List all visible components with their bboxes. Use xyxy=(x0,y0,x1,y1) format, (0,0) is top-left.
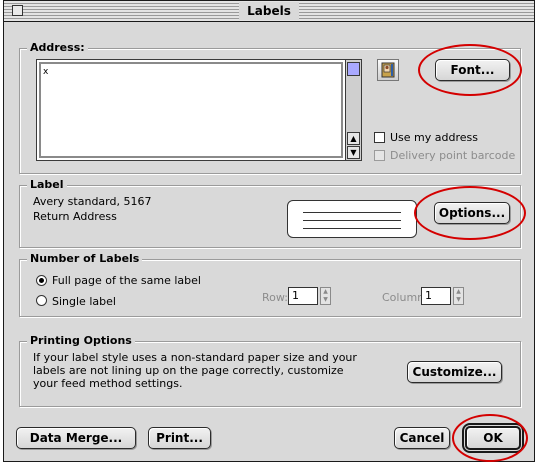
column-stepper[interactable]: ▲ ▼ xyxy=(453,287,464,305)
printing-options-text-line-3: your feed method settings. xyxy=(33,377,183,390)
address-scrollbar[interactable]: ▲ ▼ xyxy=(345,60,361,160)
column-stepper-up-icon[interactable]: ▲ xyxy=(454,288,463,296)
delivery-point-barcode-checkbox[interactable] xyxy=(374,150,385,161)
column-stepper-down-icon[interactable]: ▼ xyxy=(454,296,463,304)
preview-line-2 xyxy=(303,220,401,221)
address-text-area[interactable]: x xyxy=(39,62,343,158)
single-label-label: Single label xyxy=(52,295,116,308)
row-stepper[interactable]: ▲ ▼ xyxy=(320,287,331,305)
address-book-icon[interactable] xyxy=(377,59,399,81)
single-label-radio[interactable] xyxy=(36,295,47,306)
full-page-label: Full page of the same label xyxy=(52,274,201,287)
row-field[interactable]: 1 xyxy=(288,287,318,305)
row-stepper-down-icon[interactable]: ▼ xyxy=(321,296,330,304)
printing-options-text-line-1: If your label style uses a non-standard … xyxy=(33,351,357,364)
dialog-title: Labels xyxy=(239,2,299,20)
label-product-name: Avery standard, 5167 xyxy=(33,195,152,208)
label-product-type: Return Address xyxy=(33,210,117,223)
label-group-label: Label xyxy=(27,178,67,191)
customize-button[interactable]: Customize... xyxy=(407,361,502,383)
address-group-label: Address: xyxy=(27,41,88,54)
cancel-button[interactable]: Cancel xyxy=(394,427,450,449)
scroll-thumb[interactable] xyxy=(347,62,360,76)
print-button[interactable]: Print... xyxy=(148,427,211,449)
full-page-radio[interactable] xyxy=(36,275,47,286)
delivery-point-barcode-label: Delivery point barcode xyxy=(390,149,516,162)
address-text-value: x xyxy=(43,67,49,77)
close-box-icon[interactable] xyxy=(12,5,23,16)
highlight-oval-options xyxy=(414,186,526,240)
column-field[interactable]: 1 xyxy=(421,287,451,305)
scroll-down-arrow-icon[interactable]: ▼ xyxy=(347,146,360,159)
use-my-address-label: Use my address xyxy=(390,131,478,144)
printing-options-group-label: Printing Options xyxy=(27,334,135,347)
preview-line-3 xyxy=(303,228,401,229)
row-label: Row: xyxy=(262,291,288,304)
row-stepper-up-icon[interactable]: ▲ xyxy=(321,288,330,296)
printing-options-text-line-2: labels are not lining up on the page cor… xyxy=(33,364,344,377)
scroll-up-arrow-icon[interactable]: ▲ xyxy=(347,132,360,145)
preview-line-1 xyxy=(303,212,401,213)
highlight-oval-font xyxy=(418,44,522,96)
data-merge-button[interactable]: Data Merge... xyxy=(16,427,136,449)
title-bar[interactable]: Labels xyxy=(4,1,534,22)
highlight-oval-ok xyxy=(452,414,528,462)
number-of-labels-group-label: Number of Labels xyxy=(27,252,143,265)
label-preview xyxy=(287,200,417,238)
address-book-icon-graphic xyxy=(381,62,395,78)
use-my-address-checkbox[interactable] xyxy=(374,132,385,143)
address-text-field[interactable]: x ▲ ▼ xyxy=(36,59,362,161)
